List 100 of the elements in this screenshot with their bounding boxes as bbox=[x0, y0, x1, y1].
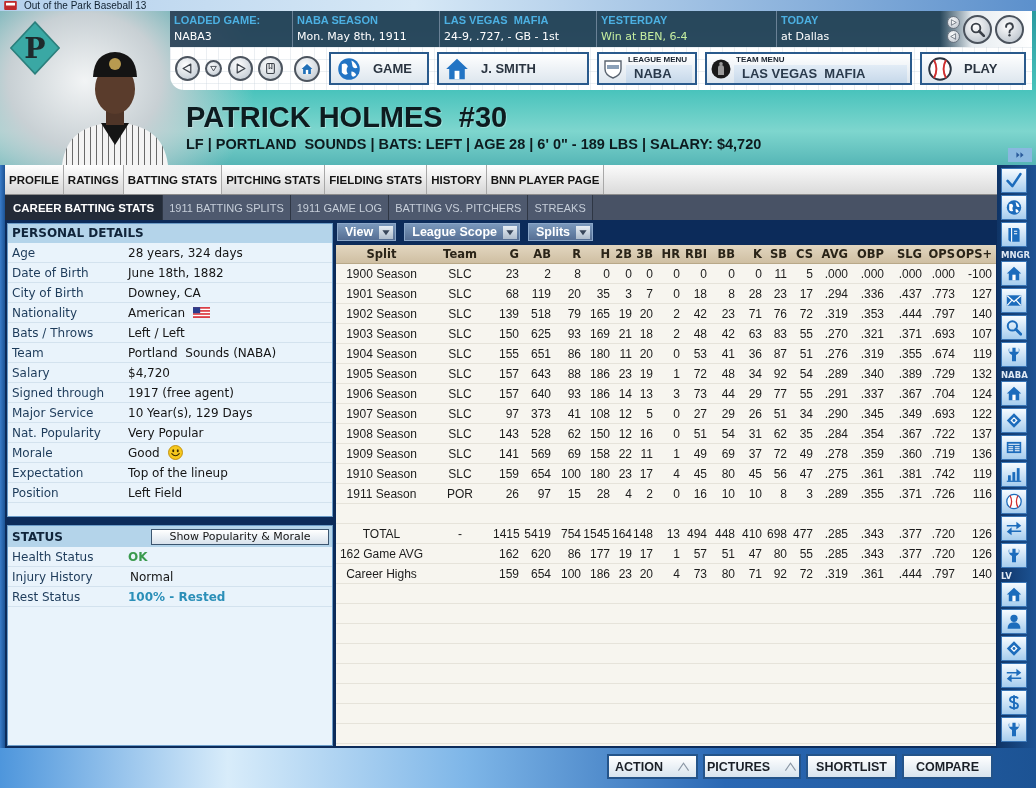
sidebar-button[interactable] bbox=[1001, 435, 1027, 460]
action-button[interactable]: PICTURES bbox=[703, 754, 801, 779]
table-cell-text: 640 bbox=[529, 386, 552, 401]
table-cell-text: 80 bbox=[772, 546, 788, 561]
history-button[interactable] bbox=[205, 60, 222, 77]
subtab[interactable]: CAREER BATTING STATS bbox=[5, 195, 164, 220]
next-button[interactable] bbox=[947, 15, 960, 29]
sidebar-button[interactable] bbox=[1001, 408, 1027, 433]
action-button[interactable]: ACTION bbox=[607, 754, 698, 779]
table-cell-text: 13 bbox=[665, 526, 681, 541]
table-cell-text: 45 bbox=[747, 466, 763, 481]
table-cell-text: 141 bbox=[497, 446, 520, 461]
bookmark-button[interactable] bbox=[258, 56, 283, 81]
sidebar-button[interactable] bbox=[1001, 489, 1027, 514]
sidebar-button[interactable] bbox=[1001, 582, 1027, 607]
table-cell-text: 180 bbox=[588, 346, 611, 361]
sidebar-button[interactable] bbox=[1001, 663, 1027, 688]
table-cell-text: .000 bbox=[897, 266, 923, 281]
action-button[interactable]: COMPARE bbox=[902, 754, 993, 779]
table-cell-text: 21 bbox=[617, 326, 633, 341]
tab[interactable]: RATINGS bbox=[63, 165, 124, 194]
collapse-button[interactable] bbox=[1008, 148, 1032, 162]
tab[interactable]: FIELDING STATS bbox=[325, 165, 428, 194]
table-cell-text: .377 bbox=[897, 526, 923, 541]
tab[interactable]: BNN PLAYER PAGE bbox=[486, 165, 605, 194]
forward-button[interactable] bbox=[228, 56, 253, 81]
table-cell-text: 20 bbox=[638, 306, 654, 321]
field-label: Salary bbox=[11, 365, 51, 380]
menu-button[interactable]: LEAGUE MENU NABA bbox=[597, 52, 697, 85]
tab[interactable]: PROFILE bbox=[5, 165, 64, 194]
sidebar-button[interactable] bbox=[1001, 543, 1027, 568]
player-summary: LF | PORTLAND SOUNDS | BATS: LEFT | AGE 28 | 6' 0" - 189 LBS | SALARY: $4,720 bbox=[186, 135, 762, 154]
subtab[interactable]: 1911 GAME LOG bbox=[290, 195, 390, 220]
table-cell-text: 132 bbox=[970, 366, 993, 381]
info-value: Win at BEN, 6-4 bbox=[601, 30, 689, 44]
table-cell-text: 20 bbox=[638, 346, 654, 361]
table-cell-text: .285 bbox=[823, 526, 849, 541]
table-cell-text: 0 bbox=[672, 486, 681, 501]
sidebar-button[interactable] bbox=[1001, 342, 1027, 367]
subtab[interactable]: STREAKS bbox=[528, 195, 593, 220]
table-cell-text: .367 bbox=[897, 426, 923, 441]
field-label: Injury History bbox=[11, 569, 94, 584]
home-button[interactable] bbox=[294, 55, 320, 82]
table-cell-text: 31 bbox=[747, 426, 763, 441]
table-cell-text: .722 bbox=[930, 426, 956, 441]
table-cell-text: 23 bbox=[504, 266, 520, 281]
subtab[interactable]: 1911 BATTING SPLITS bbox=[163, 195, 291, 220]
wrench-icon bbox=[1006, 721, 1022, 738]
filter-dropdown[interactable]: View bbox=[337, 223, 397, 241]
sidebar-button[interactable] bbox=[1001, 717, 1027, 742]
sidebar-button[interactable] bbox=[1001, 261, 1027, 286]
table-cell-text: SLC bbox=[447, 306, 473, 321]
table-cell-text: .367 bbox=[897, 386, 923, 401]
show-popularity-button[interactable]: Show Popularity & Morale bbox=[151, 528, 329, 545]
nav-button[interactable]: PLAY bbox=[920, 52, 1026, 85]
sidebar-button[interactable] bbox=[1001, 222, 1027, 247]
sidebar-button[interactable] bbox=[1001, 288, 1027, 313]
table-cell-text: 654 bbox=[529, 466, 552, 481]
table-cell-text: 13 bbox=[638, 386, 654, 401]
table-cell-text: .275 bbox=[823, 466, 849, 481]
sidebar-button[interactable] bbox=[1001, 516, 1027, 541]
sidebar-button[interactable] bbox=[1001, 462, 1027, 487]
table-cell-text: 63 bbox=[747, 326, 763, 341]
sidebar-button[interactable] bbox=[1001, 609, 1027, 634]
sidebar-button[interactable] bbox=[1001, 381, 1027, 406]
sidebar-section-label: NABA bbox=[1001, 369, 1028, 381]
table-cell-text: 5 bbox=[645, 406, 654, 421]
table-cell-text: POR bbox=[446, 486, 474, 501]
field-value: Left / Left bbox=[128, 325, 185, 340]
sidebar-button[interactable] bbox=[1001, 195, 1027, 220]
action-button[interactable]: SHORTLIST bbox=[806, 754, 897, 779]
back-button[interactable] bbox=[175, 56, 200, 81]
sidebar-button[interactable] bbox=[1001, 690, 1027, 715]
table-cell-text: 143 bbox=[497, 426, 520, 441]
tab[interactable]: BATTING STATS bbox=[123, 165, 223, 194]
table-cell-text: 42 bbox=[692, 306, 708, 321]
tab[interactable]: PITCHING STATS bbox=[222, 165, 326, 194]
table-cell-text: .444 bbox=[897, 306, 923, 321]
sidebar-button[interactable] bbox=[1001, 315, 1027, 340]
tab[interactable]: HISTORY bbox=[427, 165, 487, 194]
table-cell-text: SLC bbox=[447, 386, 473, 401]
nav-button[interactable]: GAME bbox=[329, 52, 429, 85]
player-name: PATRICK HOLMES #30 bbox=[186, 100, 508, 134]
table-cell-text: 51 bbox=[720, 546, 736, 561]
nav-button[interactable]: J. SMITH bbox=[437, 52, 589, 85]
help-button[interactable] bbox=[995, 14, 1024, 44]
table-cell-text: 0 bbox=[602, 266, 611, 281]
previous-button[interactable] bbox=[947, 29, 960, 43]
table-cell-text: 119 bbox=[971, 466, 993, 481]
menu-button[interactable]: TEAM MENU LAS VEGAS MAFIA bbox=[705, 52, 912, 85]
field-label: Date of Birth bbox=[11, 265, 90, 280]
filter-dropdown[interactable]: Splits bbox=[528, 223, 594, 241]
sidebar-button[interactable] bbox=[1001, 636, 1027, 661]
table-cell-text: .371 bbox=[897, 326, 923, 341]
table-cell-text: 518 bbox=[529, 306, 552, 321]
filter-dropdown[interactable]: League Scope bbox=[404, 223, 520, 241]
sidebar-button[interactable] bbox=[1001, 168, 1027, 193]
table-cell-text: 620 bbox=[529, 546, 552, 561]
search-button[interactable] bbox=[963, 14, 992, 44]
subtab[interactable]: BATTING VS. PITCHERS bbox=[389, 195, 529, 220]
